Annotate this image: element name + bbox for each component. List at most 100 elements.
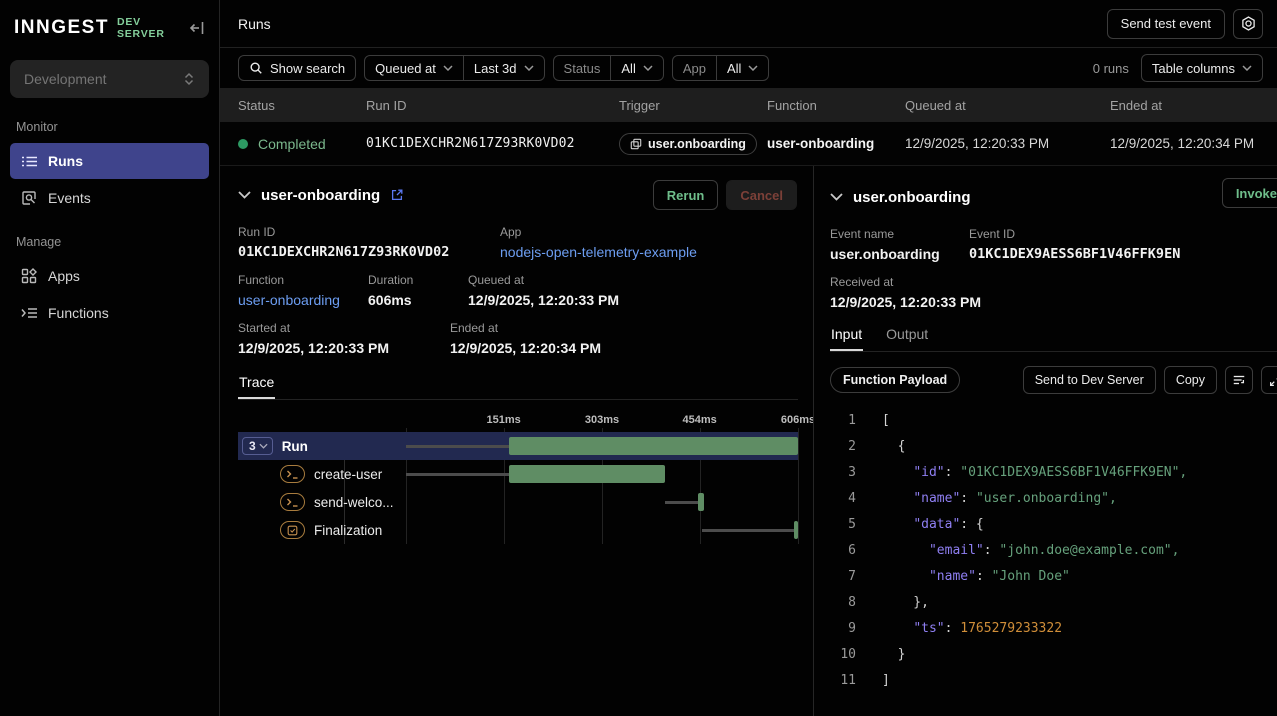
function-link[interactable]: user-onboarding (238, 292, 368, 308)
inngest-logo: INNGEST (14, 17, 109, 39)
tab-trace[interactable]: Trace (238, 374, 275, 399)
app-filter-select[interactable]: All (716, 56, 768, 80)
line-number: 10 (834, 642, 856, 668)
sidebar-item-apps[interactable]: Apps (10, 258, 209, 294)
line-number: 3 (834, 460, 856, 486)
event-name-label: Event name (830, 227, 969, 241)
ended-at-cell: 12/9/2025, 12:20:34 PM (1110, 136, 1277, 151)
apps-icon (21, 268, 38, 285)
run-id-value: 01KC1DEXCHR2N617Z93RK0VD02 (238, 244, 500, 260)
collapse-event-chevron-icon[interactable] (830, 193, 843, 201)
rerun-button[interactable]: Rerun (653, 180, 719, 210)
run-details-panel: user-onboarding Rerun Cancel Run ID 01KC… (220, 166, 814, 716)
column-header: Queued at (905, 98, 1110, 113)
received-at-value: 12/9/2025, 12:20:33 PM (830, 294, 981, 310)
event-panel-title: user.onboarding (853, 189, 971, 206)
trace-rows: 3 Run create-usersend-welco... Finalization (238, 432, 798, 544)
main-area: Runs Send test event Show search Queued … (220, 0, 1277, 716)
code-line: 10 } (830, 642, 1277, 668)
line-number: 2 (834, 434, 856, 460)
payload-code-editor: 1[2 {3 "id": "01KC1DEX9AESS6BF1V46FFK9EN… (830, 408, 1277, 694)
sidebar-item-label: Functions (48, 305, 109, 321)
table-columns-button[interactable]: Table columns (1141, 54, 1263, 82)
time-range-label: Last 3d (474, 61, 517, 76)
details-split: user-onboarding Rerun Cancel Run ID 01KC… (220, 166, 1277, 716)
trace-duration-bar (794, 521, 798, 539)
started-at-label: Started at (238, 321, 450, 335)
status-filter-select[interactable]: All (610, 56, 662, 80)
chevron-down-icon (748, 65, 758, 71)
show-search-button[interactable]: Show search (238, 55, 356, 81)
functions-icon (21, 305, 38, 322)
tab-input[interactable]: Input (830, 326, 863, 351)
sidebar-item-events[interactable]: Events (10, 180, 209, 216)
finalization-check-icon (280, 521, 305, 539)
code-line: 9 "ts": 1765279233322 (830, 616, 1277, 642)
trace-row-label: Run (282, 439, 308, 454)
column-header: Status (238, 98, 366, 113)
trace-axis-tick: 303ms (585, 414, 619, 426)
sidebar-item-runs[interactable]: Runs (10, 143, 209, 179)
run-table-row[interactable]: Completed 01KC1DEXCHR2N617Z93RK0VD02 use… (220, 122, 1277, 166)
nav-section-label: Monitor (0, 102, 219, 142)
trace-queue-segment (406, 445, 509, 448)
app-label: App (500, 225, 697, 239)
event-id-value: 01KC1DEX9AESS6BF1V46FFK9EN (969, 246, 1180, 262)
sidebar-item-label: Apps (48, 268, 80, 284)
trace-row-send-welco-[interactable]: send-welco... (238, 488, 798, 516)
run-id-label: Run ID (238, 225, 500, 239)
trigger-pill[interactable]: user.onboarding (619, 133, 757, 155)
app-filter: App All (672, 55, 770, 81)
tab-output[interactable]: Output (885, 326, 929, 351)
code-line: 1[ (830, 408, 1277, 434)
collapse-run-chevron-icon[interactable] (238, 191, 251, 199)
trace-row-run[interactable]: 3 Run (238, 432, 798, 460)
ended-at-value: 12/9/2025, 12:20:34 PM (450, 340, 601, 356)
queued-at-filter: Queued at Last 3d (364, 55, 544, 81)
trace-duration-bar (509, 437, 798, 455)
table-columns-label: Table columns (1152, 61, 1235, 76)
status-filter: Status All (553, 55, 664, 81)
queued-at-field-select[interactable]: Queued at (365, 56, 463, 80)
code-line: 4 "name": "user.onboarding", (830, 486, 1277, 512)
trigger-label: user.onboarding (648, 137, 746, 151)
events-icon (21, 190, 38, 207)
time-range-select[interactable]: Last 3d (463, 56, 544, 80)
function-payload-pill: Function Payload (830, 367, 960, 393)
page-title: Runs (238, 16, 271, 32)
line-number: 6 (834, 538, 856, 564)
wrap-text-button[interactable] (1225, 366, 1253, 394)
send-to-dev-server-button[interactable]: Send to Dev Server (1023, 366, 1156, 394)
event-details-panel: user.onboarding Invoke Event name user.o… (814, 166, 1277, 716)
wrap-text-icon (1232, 373, 1246, 387)
queued-at-label: Queued at (375, 61, 436, 76)
app-link[interactable]: nodejs-open-telemetry-example (500, 244, 697, 260)
settings-button[interactable] (1233, 9, 1263, 39)
span-count-badge[interactable]: 3 (242, 437, 273, 455)
started-at-value: 12/9/2025, 12:20:33 PM (238, 340, 450, 356)
expand-button[interactable] (1261, 366, 1277, 394)
search-icon (249, 61, 263, 75)
trace-row-label: Finalization (314, 523, 382, 538)
external-link-icon[interactable] (390, 188, 404, 202)
event-name-value: user.onboarding (830, 246, 969, 262)
line-number: 4 (834, 486, 856, 512)
column-header: Function (767, 98, 905, 113)
expand-icon (1269, 374, 1277, 387)
step-terminal-icon (280, 465, 305, 483)
cancel-button[interactable]: Cancel (726, 180, 797, 210)
sidebar-collapse-icon[interactable] (189, 20, 205, 36)
sidebar-item-functions[interactable]: Functions (10, 295, 209, 331)
send-test-event-button[interactable]: Send test event (1107, 9, 1225, 39)
sidebar-item-label: Events (48, 190, 91, 206)
trace-row-create-user[interactable]: create-user (238, 460, 798, 488)
trace-row-finalization[interactable]: Finalization (238, 516, 798, 544)
invoke-button[interactable]: Invoke (1222, 178, 1277, 208)
runs-table-header: StatusRun IDTriggerFunctionQueued atEnde… (220, 88, 1277, 122)
event-squares-icon (630, 138, 642, 150)
sidebar-item-label: Runs (48, 153, 83, 169)
runs-icon (21, 153, 38, 170)
copy-button[interactable]: Copy (1164, 366, 1217, 394)
status-filter-label: Status (554, 56, 611, 80)
environment-select[interactable]: Development (10, 60, 209, 98)
